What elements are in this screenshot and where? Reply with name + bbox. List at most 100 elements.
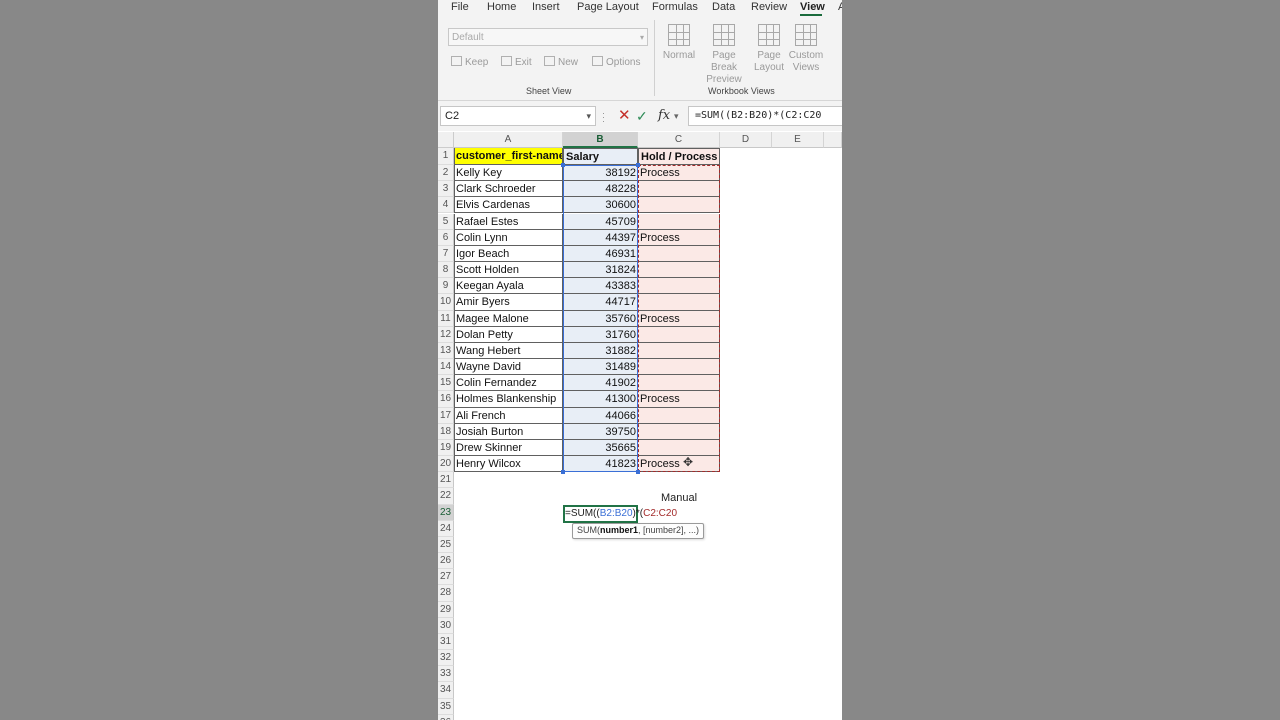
row-header-29[interactable]: 29 bbox=[438, 601, 454, 618]
cell-a-name[interactable]: Colin Lynn bbox=[454, 229, 563, 246]
row-header-34[interactable]: 34 bbox=[438, 682, 454, 699]
header-cell-a[interactable]: customer_first-name bbox=[454, 148, 563, 165]
row-header-10[interactable]: 10 bbox=[438, 294, 454, 311]
range-handle[interactable] bbox=[636, 163, 640, 167]
row-header-6[interactable]: 6 bbox=[438, 229, 454, 246]
row-header-18[interactable]: 18 bbox=[438, 423, 454, 440]
cell-c-status[interactable] bbox=[638, 181, 720, 198]
header-cell-b[interactable]: Salary bbox=[563, 148, 638, 165]
cell-c-status[interactable] bbox=[638, 342, 720, 360]
cell-c-status[interactable] bbox=[638, 262, 720, 279]
tab-file[interactable]: File bbox=[451, 0, 469, 14]
tab-review[interactable]: Review bbox=[751, 0, 787, 14]
row-header-13[interactable]: 13 bbox=[438, 342, 454, 360]
new-button[interactable]: New bbox=[544, 56, 578, 68]
normal-view-button[interactable]: Normal bbox=[657, 24, 701, 62]
cell-a-name[interactable]: Ali French bbox=[454, 407, 563, 424]
cell-b-salary[interactable]: 39750 bbox=[563, 423, 638, 440]
cell-a-name[interactable]: Scott Holden bbox=[454, 262, 563, 279]
row-header-28[interactable]: 28 bbox=[438, 585, 454, 602]
cell-b-salary[interactable]: 41902 bbox=[563, 375, 638, 392]
column-header-e[interactable]: E bbox=[772, 132, 824, 148]
cell-b-salary[interactable]: 44717 bbox=[563, 294, 638, 311]
chevron-down-icon[interactable]: ▾ bbox=[674, 106, 679, 126]
header-cell-c[interactable]: Hold / Process bbox=[638, 148, 720, 165]
cell-c-status[interactable] bbox=[638, 407, 720, 424]
row-header-21[interactable]: 21 bbox=[438, 472, 454, 489]
row-header-9[interactable]: 9 bbox=[438, 278, 454, 295]
column-header-c[interactable]: C bbox=[638, 132, 720, 148]
cell-c-status[interactable] bbox=[638, 197, 720, 214]
cell-a-name[interactable]: Rafael Estes bbox=[454, 213, 563, 230]
tab-insert[interactable]: Insert bbox=[532, 0, 560, 14]
row-header-2[interactable]: 2 bbox=[438, 165, 454, 182]
function-tooltip[interactable]: SUM(number1, [number2], ...) bbox=[572, 523, 705, 539]
cell-c-status[interactable] bbox=[638, 439, 720, 457]
exit-button[interactable]: Exit bbox=[501, 56, 532, 68]
row-header-32[interactable]: 32 bbox=[438, 650, 454, 667]
row-header-1[interactable]: 1 bbox=[438, 148, 454, 165]
cell-b-salary[interactable]: 46931 bbox=[563, 245, 638, 262]
row-header-5[interactable]: 5 bbox=[438, 213, 454, 230]
row-header-12[interactable]: 12 bbox=[438, 326, 454, 343]
enter-icon[interactable]: ✓ bbox=[636, 106, 648, 126]
cell-a-name[interactable]: Keegan Ayala bbox=[454, 278, 563, 295]
cell-a-name[interactable]: Wayne David bbox=[454, 359, 563, 376]
cell-a-name[interactable]: Drew Skinner bbox=[454, 439, 563, 457]
row-header-4[interactable]: 4 bbox=[438, 197, 454, 214]
tab-formulas[interactable]: Formulas bbox=[652, 0, 698, 14]
cell-c-status[interactable]: Process bbox=[638, 391, 720, 408]
cell-c-status[interactable]: Process bbox=[638, 456, 720, 473]
cell-b-salary[interactable]: 35665 bbox=[563, 439, 638, 457]
select-all-corner[interactable] bbox=[438, 132, 454, 148]
cell-b-salary[interactable]: 45709 bbox=[563, 213, 638, 230]
tab-page-layout[interactable]: Page Layout bbox=[577, 0, 639, 14]
cell-a-name[interactable]: Kelly Key bbox=[454, 165, 563, 182]
formula-input[interactable]: =SUM((B2:B20)*(C2:C20 bbox=[688, 106, 842, 126]
cell-b-salary[interactable]: 38192 bbox=[563, 165, 638, 182]
sheet-view-select[interactable]: Default ▾ bbox=[448, 28, 648, 46]
tab-data[interactable]: Data bbox=[712, 0, 735, 14]
tab-home[interactable]: Home bbox=[487, 0, 516, 14]
row-header-24[interactable]: 24 bbox=[438, 520, 454, 537]
cell-a-name[interactable]: Josiah Burton bbox=[454, 423, 563, 440]
cell-b-salary[interactable]: 44397 bbox=[563, 229, 638, 246]
row-header-30[interactable]: 30 bbox=[438, 617, 454, 634]
page-break-preview-button[interactable]: Page Break Preview bbox=[702, 24, 746, 86]
cancel-icon[interactable]: ✕ bbox=[618, 106, 631, 126]
row-header-19[interactable]: 19 bbox=[438, 439, 454, 457]
insert-function-icon[interactable]: fx bbox=[658, 106, 670, 126]
cell-c-status[interactable] bbox=[638, 326, 720, 343]
cell-b-salary[interactable]: 31824 bbox=[563, 262, 638, 279]
cell-c-status[interactable] bbox=[638, 359, 720, 376]
cell-a-name[interactable]: Colin Fernandez bbox=[454, 375, 563, 392]
cell-a-name[interactable]: Igor Beach bbox=[454, 245, 563, 262]
range-handle[interactable] bbox=[561, 470, 565, 474]
cell-c-status[interactable]: Process bbox=[638, 165, 720, 182]
cell-b-salary[interactable]: 35760 bbox=[563, 310, 638, 327]
cell-b-salary[interactable]: 41823 bbox=[563, 456, 638, 473]
cell-a-name[interactable]: Wang Hebert bbox=[454, 342, 563, 360]
column-header-f[interactable] bbox=[824, 132, 842, 148]
row-header-20[interactable]: 20 bbox=[438, 456, 454, 473]
cell-c-status[interactable] bbox=[638, 278, 720, 295]
cell-b-salary[interactable]: 31760 bbox=[563, 326, 638, 343]
row-header-15[interactable]: 15 bbox=[438, 375, 454, 392]
row-header-11[interactable]: 11 bbox=[438, 310, 454, 327]
row-header-33[interactable]: 33 bbox=[438, 666, 454, 683]
cell-a-name[interactable]: Clark Schroeder bbox=[454, 181, 563, 198]
tab-more[interactable]: A bbox=[838, 0, 842, 14]
name-box[interactable]: C2 ▾ bbox=[440, 106, 596, 126]
row-header-14[interactable]: 14 bbox=[438, 359, 454, 376]
cell-a-name[interactable]: Elvis Cardenas bbox=[454, 197, 563, 214]
cell-a-name[interactable]: Magee Malone bbox=[454, 310, 563, 327]
cell-b-salary[interactable]: 30600 bbox=[563, 197, 638, 214]
manual-label[interactable]: Manual bbox=[638, 490, 720, 506]
range-handle[interactable] bbox=[561, 163, 565, 167]
row-header-16[interactable]: 16 bbox=[438, 391, 454, 408]
row-header-31[interactable]: 31 bbox=[438, 633, 454, 651]
row-header-25[interactable]: 25 bbox=[438, 536, 454, 554]
row-header-27[interactable]: 27 bbox=[438, 569, 454, 586]
cell-c-status[interactable] bbox=[638, 213, 720, 230]
row-header-17[interactable]: 17 bbox=[438, 407, 454, 424]
